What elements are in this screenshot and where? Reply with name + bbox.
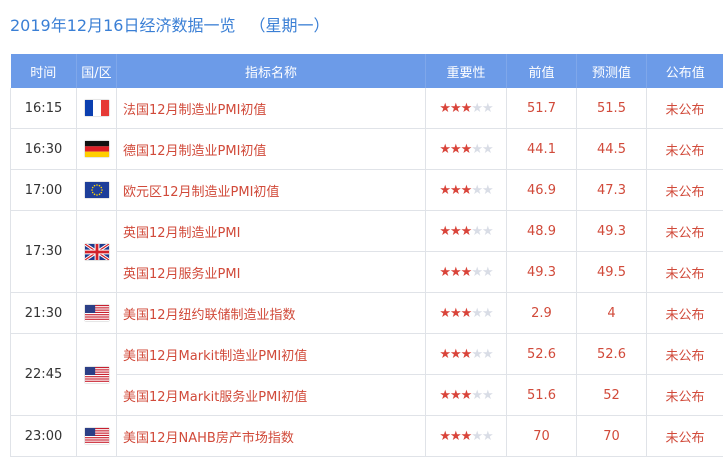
table-row: 英国12月服务业PMI ★★★★★ 49.3 49.5 未公布 xyxy=(11,251,723,293)
economic-calendar-table: 时间 国/区 指标名称 重要性 前值 预测值 公布值 16:15 法国12月制造业… xyxy=(10,54,723,457)
country-cell xyxy=(76,128,117,170)
importance-rating-icon: ★★★★★ xyxy=(439,305,493,321)
importance-stars: ★★★★★ xyxy=(425,169,507,211)
us-flag-icon xyxy=(84,305,109,321)
importance-stars: ★★★★★ xyxy=(425,333,507,375)
uk-flag-icon xyxy=(84,243,109,260)
time-cell: 23:00 xyxy=(10,415,77,457)
forecast-value: 49.3 xyxy=(576,210,647,252)
col-header-forecast: 预测值 xyxy=(576,54,647,88)
actual-value: 未公布 xyxy=(646,292,723,334)
importance-rating-icon: ★★★★★ xyxy=(439,100,493,116)
country-cell xyxy=(76,88,117,129)
table-row: 17:00 欧元区12月制造业PMI初值 ★★★★★ 46.9 47.3 未公布 xyxy=(10,169,723,211)
indicator-name[interactable]: 美国12月纽约联储制造业指数 xyxy=(116,292,426,334)
previous-value: 49.3 xyxy=(506,251,577,293)
us-flag-icon xyxy=(84,366,109,383)
actual-value: 未公布 xyxy=(646,333,723,375)
actual-value: 未公布 xyxy=(646,415,723,457)
country-cell xyxy=(76,415,117,457)
indicator-name[interactable]: 欧元区12月制造业PMI初值 xyxy=(116,169,426,211)
importance-rating-icon: ★★★★★ xyxy=(439,428,493,444)
previous-value: 70 xyxy=(506,415,577,457)
table-row: 17:30 英国12月制造业PMI ★★★★★ 48.9 49.3 未公布 xyxy=(10,210,723,293)
actual-value: 未公布 xyxy=(646,169,723,211)
time-cell: 21:30 xyxy=(10,292,77,334)
importance-rating-icon: ★★★★★ xyxy=(439,346,493,362)
actual-value: 未公布 xyxy=(646,88,723,129)
country-cell xyxy=(76,292,117,334)
indicator-name[interactable]: 法国12月制造业PMI初值 xyxy=(116,88,426,129)
table-row: 16:15 法国12月制造业PMI初值 ★★★★★ 51.7 51.5 未公布 xyxy=(10,88,723,129)
time-cell: 17:30 xyxy=(10,210,77,293)
table-header-row: 时间 国/区 指标名称 重要性 前值 预测值 公布值 xyxy=(10,54,723,88)
weekday-label: （星期一） xyxy=(249,16,330,35)
france-flag-icon xyxy=(84,100,109,116)
indicator-name[interactable]: 美国12月Markit制造业PMI初值 xyxy=(116,333,426,375)
importance-rating-icon: ★★★★★ xyxy=(439,264,493,280)
time-cell: 16:15 xyxy=(10,88,77,129)
col-header-previous: 前值 xyxy=(506,54,577,88)
col-header-importance: 重要性 xyxy=(425,54,507,88)
eu-flag-icon xyxy=(84,182,109,198)
forecast-value: 49.5 xyxy=(576,251,647,293)
indicator-name[interactable]: 英国12月服务业PMI xyxy=(116,251,426,293)
indicator-name[interactable]: 美国12月NAHB房产市场指数 xyxy=(116,415,426,457)
col-header-actual: 公布值 xyxy=(646,54,723,88)
forecast-value: 4 xyxy=(576,292,647,334)
actual-value: 未公布 xyxy=(646,251,723,293)
previous-value: 2.9 xyxy=(506,292,577,334)
indicator-name[interactable]: 英国12月制造业PMI xyxy=(116,210,426,252)
col-header-region: 国/区 xyxy=(76,54,117,88)
actual-value: 未公布 xyxy=(646,128,723,170)
forecast-value: 44.5 xyxy=(576,128,647,170)
importance-rating-icon: ★★★★★ xyxy=(439,387,493,403)
importance-rating-icon: ★★★★★ xyxy=(439,223,493,239)
importance-stars: ★★★★★ xyxy=(425,210,507,252)
time-cell: 22:45 xyxy=(10,333,77,416)
indicator-name[interactable]: 美国12月Markit服务业PMI初值 xyxy=(116,374,426,416)
col-header-indicator: 指标名称 xyxy=(116,54,426,88)
importance-stars: ★★★★★ xyxy=(425,292,507,334)
actual-value: 未公布 xyxy=(646,374,723,416)
previous-value: 51.7 xyxy=(506,88,577,129)
importance-rating-icon: ★★★★★ xyxy=(439,182,493,198)
country-cell xyxy=(76,169,117,211)
previous-value: 44.1 xyxy=(506,128,577,170)
actual-value: 未公布 xyxy=(646,210,723,252)
importance-stars: ★★★★★ xyxy=(425,128,507,170)
previous-value: 46.9 xyxy=(506,169,577,211)
col-header-time: 时间 xyxy=(10,54,77,88)
table-row: 21:30 美国12月纽约联储制造业指数 ★★★★★ 2.9 4 未公布 xyxy=(10,292,723,334)
forecast-value: 52.6 xyxy=(576,333,647,375)
previous-value: 52.6 xyxy=(506,333,577,375)
country-cell xyxy=(76,333,117,416)
table-row: 美国12月Markit服务业PMI初值 ★★★★★ 51.6 52 未公布 xyxy=(11,374,723,416)
us-flag-icon xyxy=(84,428,109,444)
table-row: 16:30 德国12月制造业PMI初值 ★★★★★ 44.1 44.5 未公布 xyxy=(10,128,723,170)
table-row: 22:45 美国12月Markit制造业PMI初值 ★★★★★ 52.6 52.6 未公布 xyxy=(10,333,723,416)
indicator-name[interactable]: 德国12月制造业PMI初值 xyxy=(116,128,426,170)
page-title: 2019年12月16日经济数据一览 （星期一） xyxy=(10,13,329,39)
forecast-value: 47.3 xyxy=(576,169,647,211)
germany-flag-icon xyxy=(84,141,109,157)
date-title: 2019年12月16日经济数据一览 xyxy=(10,16,236,35)
importance-stars: ★★★★★ xyxy=(425,251,507,293)
table-body: 16:15 法国12月制造业PMI初值 ★★★★★ 51.7 51.5 未公布 16:30 德… xyxy=(10,88,723,457)
previous-value: 48.9 xyxy=(506,210,577,252)
country-cell xyxy=(76,210,117,293)
importance-rating-icon: ★★★★★ xyxy=(439,141,493,157)
previous-value: 51.6 xyxy=(506,374,577,416)
forecast-value: 70 xyxy=(576,415,647,457)
forecast-value: 52 xyxy=(576,374,647,416)
importance-stars: ★★★★★ xyxy=(425,374,507,416)
importance-stars: ★★★★★ xyxy=(425,88,507,129)
table-row: 23:00 美国12月NAHB房产市场指数 ★★★★★ 70 70 未公布 xyxy=(10,415,723,457)
importance-stars: ★★★★★ xyxy=(425,415,507,457)
forecast-value: 51.5 xyxy=(576,88,647,129)
time-cell: 17:00 xyxy=(10,169,77,211)
time-cell: 16:30 xyxy=(10,128,77,170)
